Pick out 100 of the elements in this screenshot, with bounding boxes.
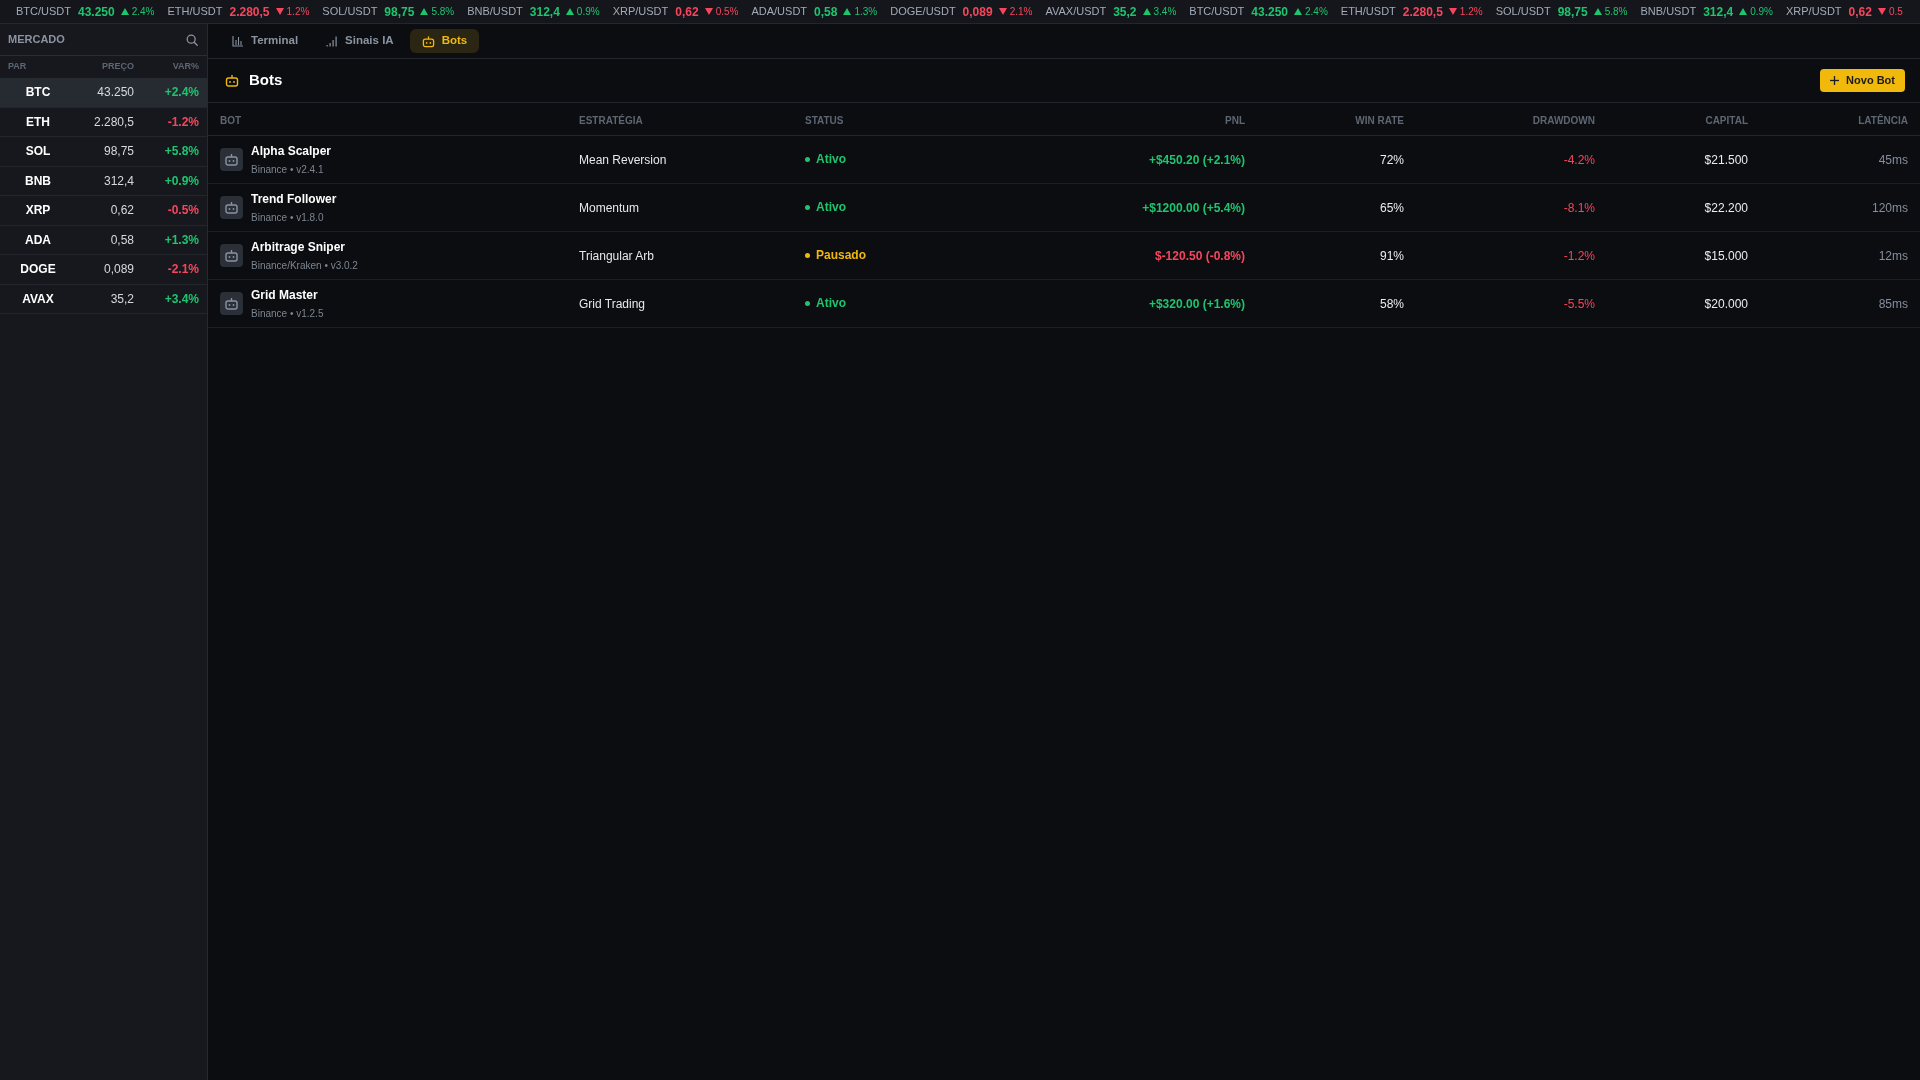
new-bot-button[interactable]: Novo Bot	[1820, 69, 1905, 92]
bot-details: Binance • v1.2.5	[251, 306, 324, 321]
ticker-change: 1.3%	[854, 5, 878, 19]
column-header: WIN RATE	[1355, 114, 1404, 126]
market-change: +5.8%	[164, 143, 199, 161]
ticker-pair: BNB/USDT	[1640, 4, 1697, 20]
ticker-price: 2.280,5	[229, 3, 270, 21]
market-price: 312,4	[103, 172, 134, 190]
status-label: Ativo	[816, 199, 846, 216]
ticker-price: 43.250	[1251, 3, 1288, 21]
column-header: PREÇO	[102, 60, 134, 74]
market-row[interactable]: ETH 2.280,5 -1.2%	[0, 107, 207, 137]
win-rate-value: 65%	[1379, 201, 1404, 215]
market-symbol: ADA	[25, 231, 51, 249]
market-row[interactable]: XRP 0,62 -0.5%	[0, 196, 207, 226]
ticker-price: 0,62	[1848, 3, 1872, 21]
column-header: VAR%	[172, 60, 199, 74]
ticker-change: 2.4%	[1305, 5, 1328, 19]
market-row[interactable]: ADA 0,58 +1.3%	[0, 225, 207, 255]
market-price: 0,089	[103, 261, 134, 279]
ticker-pair: AVAX/USDT	[1045, 4, 1107, 20]
bot-details: Binance/Kraken • v3.0.2	[251, 258, 358, 273]
market-change: -0.5%	[167, 202, 199, 220]
drawdown-value: -8.1%	[1563, 201, 1595, 215]
strategy-label: Triangular Arb	[579, 249, 654, 263]
ticker-pair: BTC/USDT	[16, 4, 71, 20]
ticker-price: 0,58	[814, 3, 838, 21]
ticker-price: 312,4	[529, 3, 560, 21]
status-label: Ativo	[816, 151, 846, 168]
market-row[interactable]: SOL 98,75 +5.8%	[0, 137, 207, 167]
bot-details: Binance • v1.8.0	[251, 210, 324, 225]
tab[interactable]: Bots	[409, 29, 480, 53]
bot-name: Grid Master	[251, 286, 318, 304]
latency-value: 120ms	[1871, 201, 1908, 215]
market-symbol: XRP	[25, 202, 51, 220]
robot-icon	[421, 34, 435, 48]
ticker-change: 1.2%	[1459, 5, 1483, 19]
tab[interactable]: Terminal	[220, 29, 311, 53]
status-label: Ativo	[816, 295, 846, 312]
capital-value: $15.000	[1704, 249, 1748, 263]
market-price: 0,58	[110, 231, 134, 249]
capital-value: $20.000	[1704, 297, 1748, 311]
ticker-price: 0,089	[962, 3, 993, 21]
ticker-pair: SOL/USDT	[1495, 4, 1551, 20]
tab[interactable]: Sinais IA	[314, 29, 406, 53]
ticker-price: 0,62	[675, 3, 699, 21]
bot-details: Binance • v2.4.1	[251, 162, 324, 177]
ticker-change: 0.9%	[1750, 5, 1773, 19]
market-change: +3.4%	[164, 290, 199, 308]
pnl-value: $-120.50 (-0.8%)	[1154, 249, 1245, 263]
ticker-pair: ADA/USDT	[751, 4, 808, 20]
search-icon[interactable]	[186, 33, 198, 46]
market-price: 43.250	[97, 84, 134, 102]
ticker-change: 2.4%	[131, 5, 155, 19]
market-symbol: DOGE	[20, 261, 56, 279]
ticker-pair: SOL/USDT	[322, 4, 378, 20]
market-change: +1.3%	[164, 231, 199, 249]
market-price: 98,75	[103, 143, 134, 161]
ticker-change: 0.5	[1888, 5, 1903, 19]
market-symbol: ETH	[26, 113, 50, 131]
ticker-change: 5.8%	[1604, 5, 1628, 19]
column-header: DRAWDOWN	[1532, 114, 1595, 126]
ticker-change: 0.5%	[715, 5, 739, 19]
win-rate-value: 72%	[1379, 153, 1404, 167]
bot-name: Alpha Scalper	[251, 142, 332, 160]
market-symbol: BTC	[25, 84, 51, 102]
column-header: LATÊNCIA	[1858, 114, 1908, 126]
drawdown-value: -5.5%	[1563, 297, 1595, 311]
robot-icon	[220, 147, 243, 171]
ticker-change: 5.8%	[431, 5, 455, 19]
win-rate-value: 91%	[1379, 249, 1404, 263]
market-symbol: AVAX	[22, 290, 54, 308]
robot-icon	[220, 243, 243, 267]
market-change: +2.4%	[164, 84, 199, 102]
drawdown-value: -4.2%	[1563, 153, 1595, 167]
bot-name: Arbitrage Sniper	[251, 238, 346, 256]
market-symbol: BNB	[25, 172, 51, 190]
market-row[interactable]: DOGE 0,089 -2.1%	[0, 255, 207, 285]
ticker-price: 35,2	[1113, 3, 1137, 21]
column-header: ESTRATÉGIA	[579, 114, 643, 126]
ticker-pair: XRP/USDT	[612, 4, 669, 20]
market-row[interactable]: AVAX 35,2 +3.4%	[0, 284, 207, 314]
column-header: STATUS	[805, 114, 844, 126]
ticker-pair: ETH/USDT	[1340, 4, 1396, 20]
column-header: CAPITAL	[1705, 114, 1748, 126]
ticker-pair: XRP/USDT	[1785, 4, 1842, 20]
market-row[interactable]: BNB 312,4 +0.9%	[0, 166, 207, 196]
strategy-label: Momentum	[579, 201, 640, 215]
ticker-pair: ETH/USDT	[167, 4, 223, 20]
market-change: -1.2%	[167, 113, 199, 131]
market-change: -2.1%	[167, 261, 199, 279]
plus-icon	[1830, 76, 1840, 85]
drawdown-value: -1.2%	[1563, 249, 1595, 263]
capital-value: $22.200	[1704, 201, 1748, 215]
market-symbol: SOL	[25, 143, 51, 161]
latency-value: 12ms	[1878, 249, 1908, 263]
ticker-pair: BTC/USDT	[1189, 4, 1245, 20]
status-label: Pausado	[816, 247, 866, 264]
ticker-change: 0.9%	[576, 5, 600, 19]
market-row[interactable]: BTC 43.250 +2.4%	[0, 78, 207, 108]
